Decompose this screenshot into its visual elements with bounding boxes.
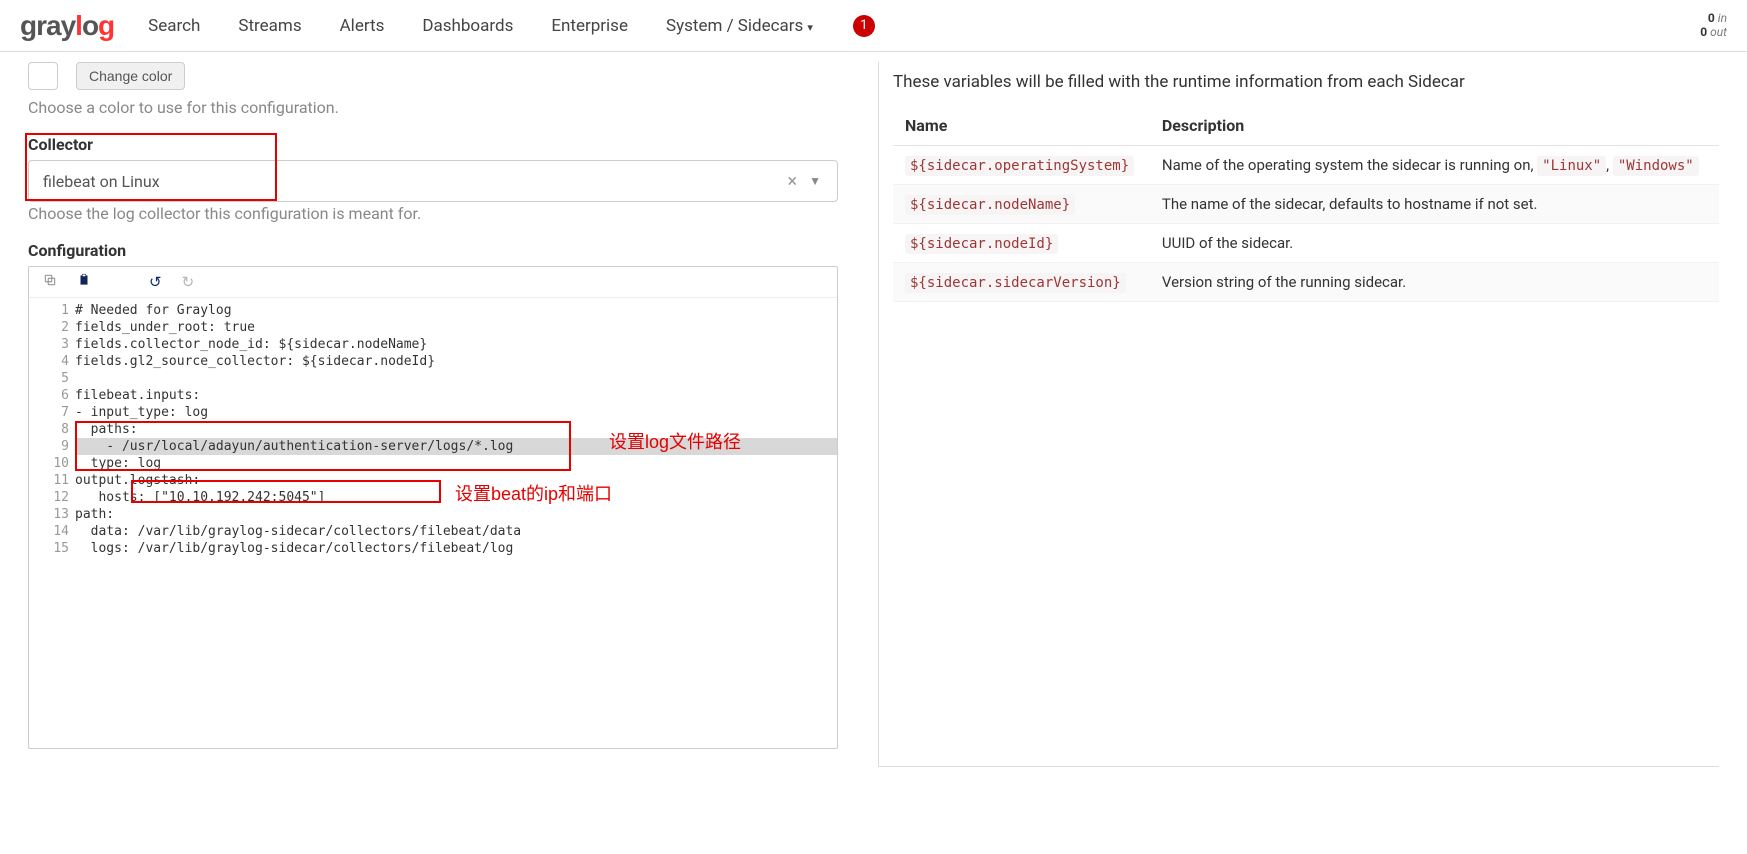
logo-l: l [75,10,82,42]
variables-table: Name Description ${sidecar.operatingSyst… [893,106,1719,302]
variables-panel: These variables will be filled with the … [878,62,1719,767]
collector-help: Choose the log collector this configurat… [28,204,838,223]
throughput-out-lbl: out [1710,25,1727,39]
editor-code[interactable]: 设置log文件路径 设置beat的ip和端口 # Needed for Gray… [75,298,837,748]
clear-icon[interactable]: × [782,171,804,192]
color-section: Change color Choose a color to use for t… [28,62,838,117]
collector-select[interactable]: filebeat on Linux × ▼ [28,160,838,202]
nav-enterprise[interactable]: Enterprise [551,16,628,36]
nav-streams[interactable]: Streams [238,16,301,36]
variables-intro: These variables will be filled with the … [893,72,1719,92]
logo-o: o [82,10,98,42]
nav-system-label: System / Sidecars [666,16,803,36]
var-desc-sep: , [1606,156,1613,174]
var-desc-code2: "Windows" [1613,156,1699,176]
var-desc: UUID of the sidecar. [1150,224,1719,263]
annotation-text-hosts: 设置beat的ip和端口 [455,480,612,506]
paste-icon[interactable] [77,273,91,291]
nav-system[interactable]: System / Sidecars ▾ [666,16,813,36]
collector-value: filebeat on Linux [43,172,160,191]
copy-icon[interactable] [43,273,57,291]
config-title: Configuration [28,241,838,260]
var-name: ${sidecar.nodeName} [905,195,1075,215]
var-col-desc: Description [1150,106,1719,146]
throughput-in-lbl: in [1718,11,1727,25]
nav-search[interactable]: Search [148,16,200,36]
collector-title: Collector [28,135,838,154]
config-section: Configuration ↺ ↻ 123456789101112131415 [28,241,838,749]
var-col-name: Name [893,106,1150,146]
editor-gutter: 123456789101112131415 [29,298,75,748]
collector-section: Collector filebeat on Linux × ▼ Choose t… [28,135,838,223]
throughput-in-val: 0 [1708,11,1715,25]
var-desc-code1: "Linux" [1537,156,1606,176]
change-color-button[interactable]: Change color [76,62,185,90]
table-row: ${sidecar.nodeId} UUID of the sidecar. [893,224,1719,263]
nav-dashboards[interactable]: Dashboards [422,16,513,36]
var-name: ${sidecar.sidecarVersion} [905,273,1126,293]
logo[interactable]: graylog [20,10,114,42]
logo-gray: gray [20,10,75,42]
throughput-indicator: 0 in 0 out [1700,12,1727,38]
var-desc-text: Name of the operating system the sidecar… [1162,156,1537,174]
annotation-text-paths: 设置log文件路径 [609,428,741,454]
table-row: ${sidecar.sidecarVersion} Version string… [893,263,1719,302]
undo-icon[interactable]: ↺ [149,273,162,291]
config-editor: ↺ ↻ 123456789101112131415 设置log文件路径 设置be… [28,266,838,749]
notification-badge[interactable]: 1 [853,15,875,37]
nav-links: Search Streams Alerts Dashboards Enterpr… [148,16,813,36]
chevron-down-icon: ▾ [807,21,813,34]
color-help: Choose a color to use for this configura… [28,98,838,117]
color-swatch[interactable] [28,62,58,90]
var-desc: The name of the sidecar, defaults to hos… [1150,185,1719,224]
var-desc: Version string of the running sidecar. [1150,263,1719,302]
nav-alerts[interactable]: Alerts [340,16,385,36]
logo-g: g [98,10,114,42]
table-row: ${sidecar.nodeName} The name of the side… [893,185,1719,224]
throughput-out-val: 0 [1700,25,1707,39]
dropdown-icon[interactable]: ▼ [803,174,827,188]
var-desc: Name of the operating system the sidecar… [1150,146,1719,185]
redo-icon[interactable]: ↻ [182,273,195,291]
editor-body[interactable]: 123456789101112131415 设置log文件路径 设置beat的i… [29,298,837,748]
editor-toolbar: ↺ ↻ [29,267,837,298]
var-name: ${sidecar.nodeId} [905,234,1058,254]
var-name: ${sidecar.operatingSystem} [905,156,1134,176]
table-row: ${sidecar.operatingSystem} Name of the o… [893,146,1719,185]
top-nav: graylog Search Streams Alerts Dashboards… [0,0,1747,52]
